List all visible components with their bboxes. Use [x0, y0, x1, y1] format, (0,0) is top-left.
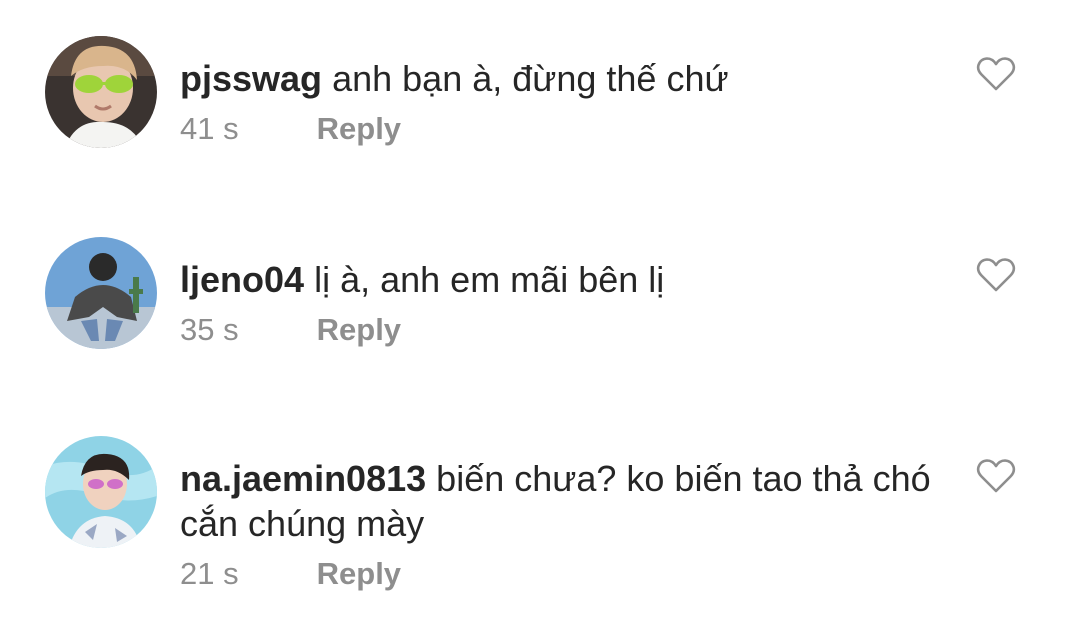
comment-timestamp: 21 s — [180, 556, 239, 591]
comment-username[interactable]: pjsswag — [180, 58, 322, 99]
heart-outline-icon[interactable] — [976, 56, 1016, 92]
comment-timestamp: 35 s — [180, 312, 239, 347]
heart-outline-icon[interactable] — [976, 458, 1016, 494]
reply-button[interactable]: Reply — [317, 111, 401, 146]
reply-button[interactable]: Reply — [317, 312, 401, 347]
comment-meta: 21 s Reply — [180, 554, 940, 594]
comment-list: pjsswag anh bạn à, đừng thế chứ 41 s Rep… — [0, 0, 1080, 628]
comment-text-line: ljeno04 lị à, anh em mãi bên lị — [180, 257, 940, 302]
comment-text-line: pjsswag anh bạn à, đừng thế chứ — [180, 56, 940, 101]
comment-username[interactable]: na.jaemin0813 — [180, 458, 426, 499]
comment-body: pjsswag anh bạn à, đừng thế chứ 41 s Rep… — [180, 56, 940, 149]
comment-body: na.jaemin0813 biến chưa? ko biến tao thả… — [180, 456, 940, 594]
comment-body: ljeno04 lị à, anh em mãi bên lị 35 s Rep… — [180, 257, 940, 350]
heart-outline-icon[interactable] — [976, 257, 1016, 293]
reply-button[interactable]: Reply — [317, 556, 401, 591]
comment-username[interactable]: ljeno04 — [180, 259, 304, 300]
comment-meta: 35 s Reply — [180, 310, 940, 350]
comment-text-line: na.jaemin0813 biến chưa? ko biến tao thả… — [180, 456, 940, 546]
avatar[interactable] — [45, 36, 157, 148]
avatar[interactable] — [45, 436, 157, 548]
comment-meta: 41 s Reply — [180, 109, 940, 149]
avatar[interactable] — [45, 237, 157, 349]
comment-timestamp: 41 s — [180, 111, 239, 146]
comment-text: anh bạn à, đừng thế chứ — [332, 58, 729, 99]
comment-text: lị à, anh em mãi bên lị — [314, 259, 665, 300]
